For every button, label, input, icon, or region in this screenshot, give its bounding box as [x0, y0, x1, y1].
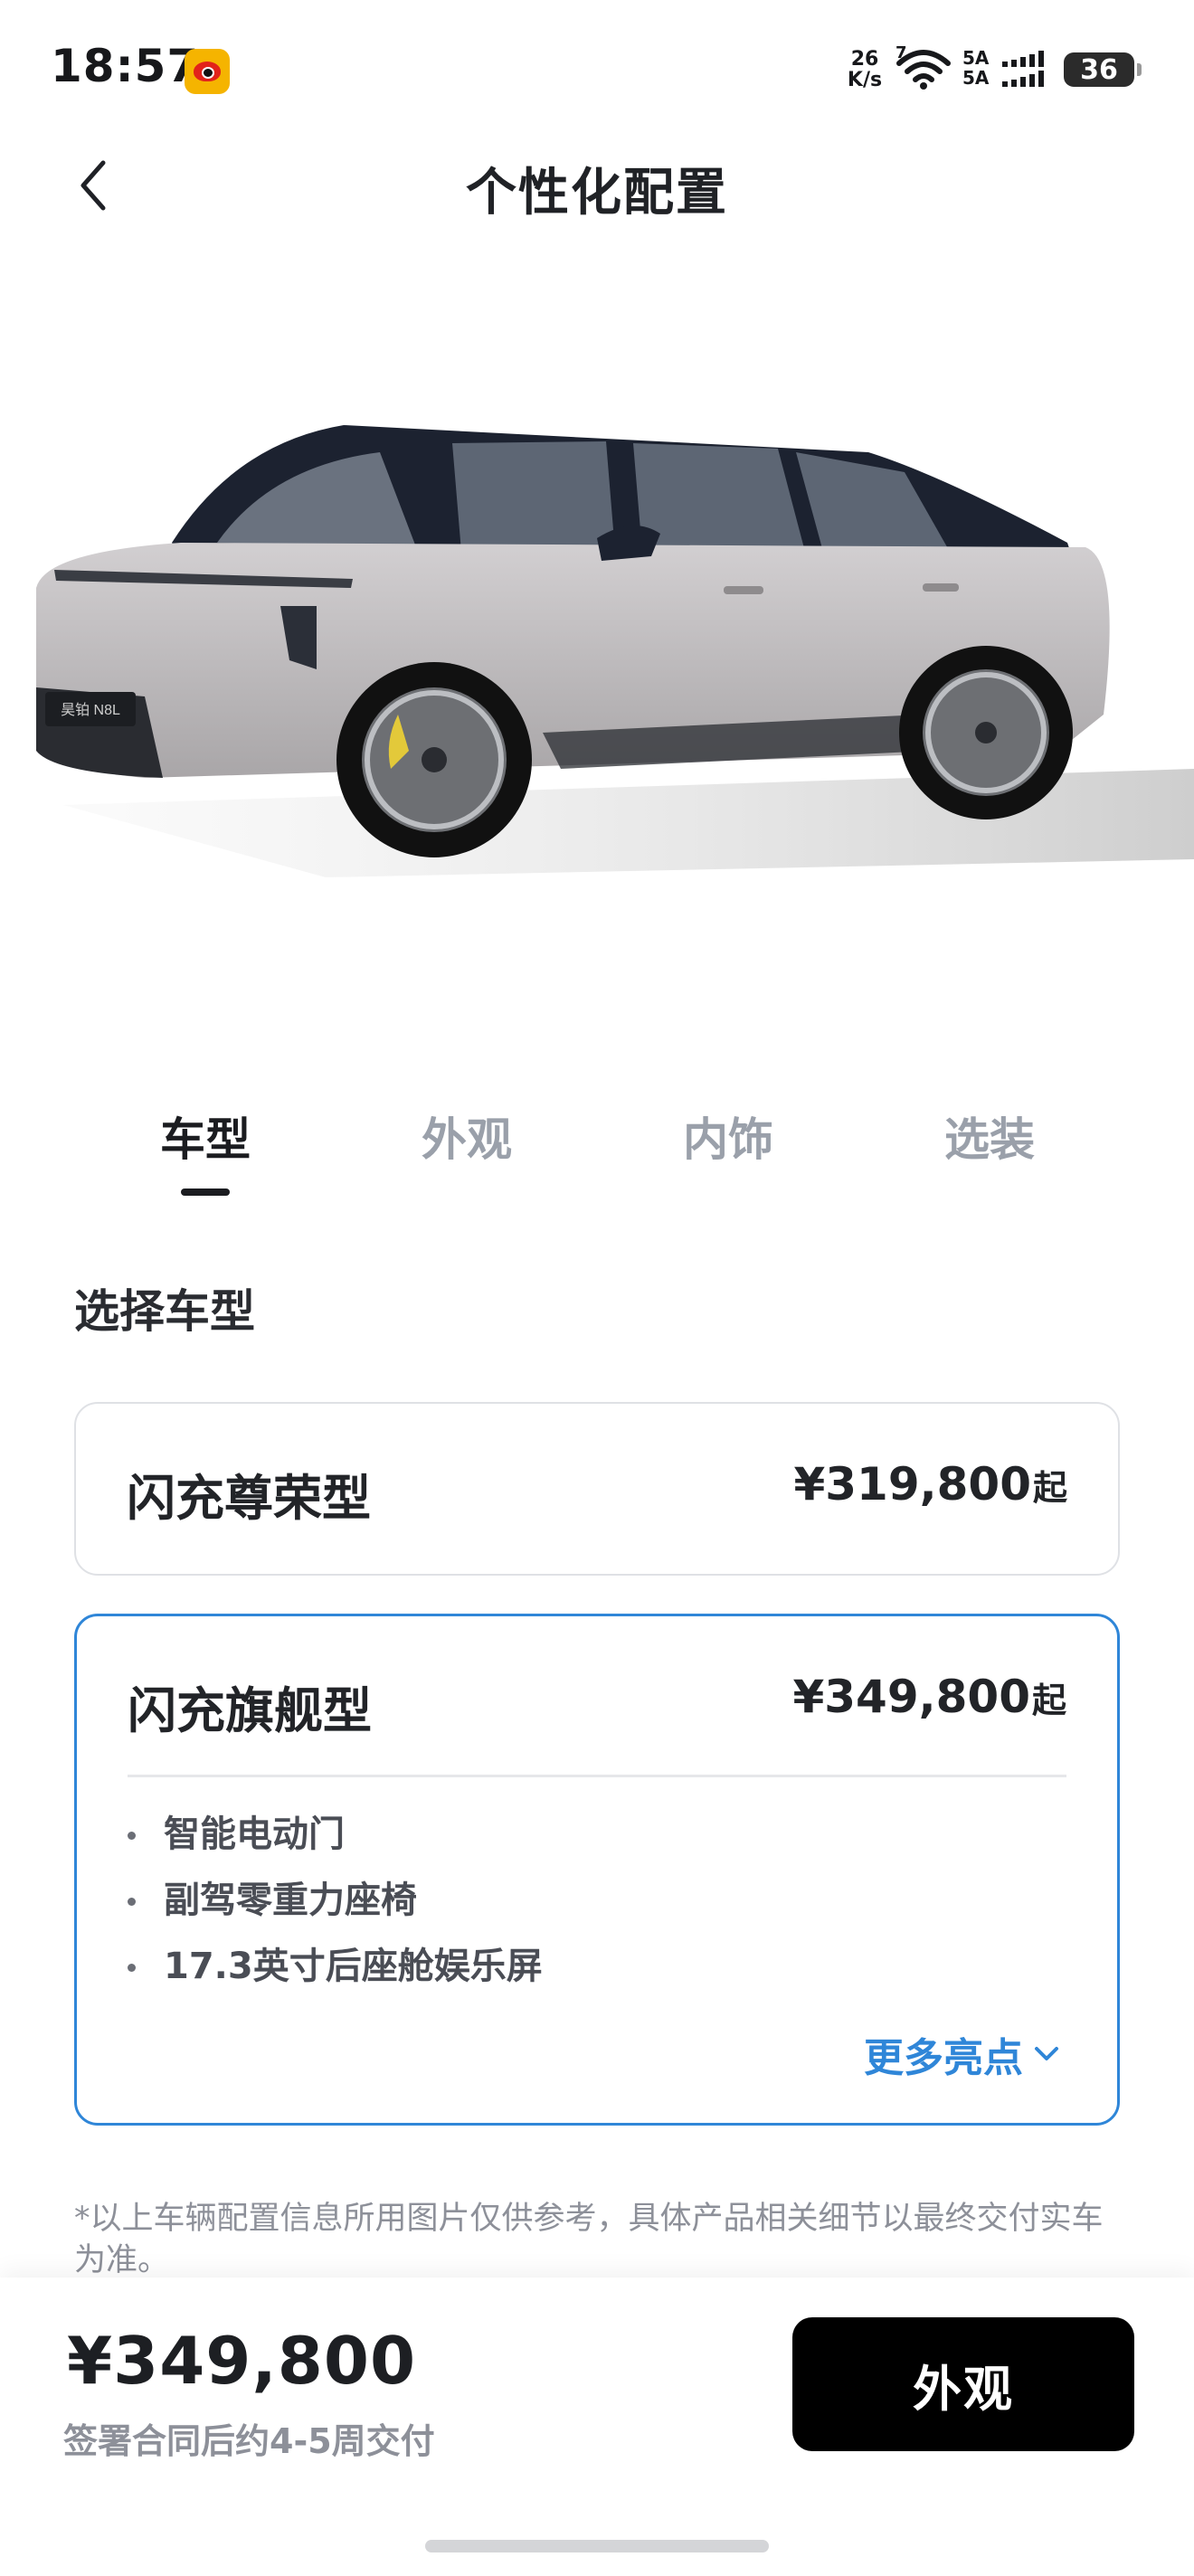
chevron-down-icon [1035, 2047, 1058, 2060]
signal-bars-icon [1002, 51, 1044, 87]
sim-2-label: 5A [962, 67, 990, 89]
tab-options[interactable]: 选装 [899, 1103, 1080, 1169]
header: 个性化配置 [0, 136, 1194, 235]
battery-indicator: 36 [1064, 52, 1142, 87]
feature-list: 智能电动门 副驾零重力座椅 17.3英寸后座舱娱乐屏 [128, 1814, 543, 2012]
delivery-note: 签署合同后约4-5周交付 [63, 2421, 435, 2461]
trim-name: 闪充旗舰型 [128, 1682, 372, 1739]
feature-item: 副驾零重力座椅 [128, 1880, 543, 1946]
network-speed-value: 26 [850, 48, 879, 71]
trim-price-value: ¥319,800 [793, 1458, 1031, 1511]
tab-exterior[interactable]: 外观 [376, 1103, 557, 1169]
trim-price-value: ¥349,800 [792, 1671, 1030, 1723]
trim-card-flagship[interactable]: 闪充旗舰型 ¥349,800起 智能电动门 副驾零重力座椅 17.3英寸后座舱娱… [74, 1614, 1120, 2126]
page-title: 个性化配置 [466, 164, 728, 223]
tab-model[interactable]: 车型 [115, 1103, 296, 1169]
network-speed-unit: K/s [847, 69, 883, 91]
trim-card-honor[interactable]: 闪充尊荣型 ¥319,800起 [74, 1402, 1120, 1576]
total-price: ¥349,800 [67, 2323, 417, 2399]
wifi-label: 7 [896, 43, 907, 62]
trim-price-suffix: 起 [1031, 1681, 1066, 1720]
car-image: 昊铂 N8L [36, 425, 1194, 877]
trim-price: ¥319,800起 [793, 1458, 1067, 1511]
disclaimer-text: *以上车辆配置信息所用图片仅供参考，具体产品相关细节以最终交付实车为准。 [74, 2201, 1104, 2278]
status-bar: 18:57 26 K/s 7 5A 5A 36 [0, 0, 1194, 136]
next-exterior-button[interactable]: 外观 [792, 2317, 1134, 2451]
feature-item: 17.3英寸后座舱娱乐屏 [128, 1946, 543, 2012]
weibo-icon [185, 49, 230, 94]
more-highlights-link[interactable]: 更多亮点 [864, 2025, 1063, 2083]
sim-1-label: 5A [962, 47, 990, 69]
card-divider [128, 1775, 1066, 1777]
trim-price-suffix: 起 [1032, 1468, 1067, 1508]
feature-item: 智能电动门 [128, 1814, 543, 1880]
trim-name: 闪充尊荣型 [127, 1470, 371, 1527]
trim-price: ¥349,800起 [792, 1671, 1066, 1723]
car-badge-text: 昊铂 N8L [61, 702, 120, 718]
tab-interior[interactable]: 内饰 [638, 1103, 819, 1169]
network-speed: 26 K/s [839, 49, 890, 90]
active-tab-indicator [181, 1189, 230, 1196]
bottom-bar: ¥349,800 签署合同后约4-5周交付 外观 [0, 2278, 1194, 2576]
config-tabs: 车型 外观 内饰 选装 [0, 1103, 1194, 1203]
home-indicator[interactable] [425, 2540, 769, 2552]
status-time: 18:57 [51, 40, 200, 92]
section-title: 选择车型 [74, 1285, 255, 1338]
more-highlights-label: 更多亮点 [864, 2035, 1023, 2081]
